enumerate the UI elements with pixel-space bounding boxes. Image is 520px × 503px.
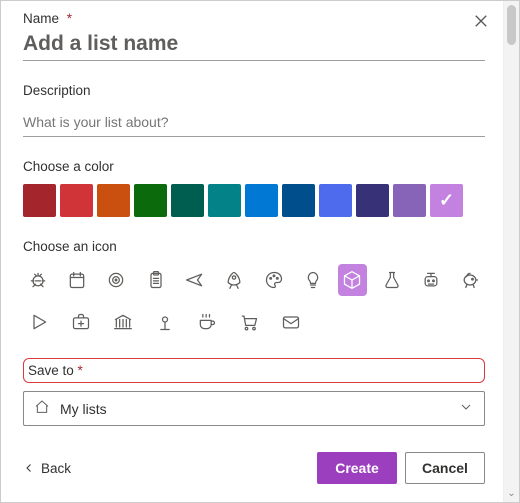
color-swatch[interactable] <box>60 184 93 217</box>
name-input[interactable] <box>23 30 485 61</box>
icon-grid <box>23 264 485 338</box>
lightbulb-icon[interactable] <box>298 264 327 296</box>
chevron-down-icon <box>458 399 474 418</box>
color-swatch[interactable] <box>356 184 389 217</box>
bug-icon[interactable] <box>23 264 52 296</box>
description-input[interactable] <box>23 108 485 137</box>
footer: Back Create Cancel <box>23 432 485 484</box>
description-label: Description <box>23 83 485 98</box>
save-to-dropdown[interactable]: My lists <box>23 391 485 426</box>
cart-icon[interactable] <box>233 306 265 338</box>
color-swatch[interactable] <box>208 184 241 217</box>
color-swatch[interactable] <box>23 184 56 217</box>
scrollbar[interactable]: ⌄ <box>503 1 519 502</box>
airplane-icon[interactable] <box>180 264 209 296</box>
calendar-icon[interactable] <box>62 264 91 296</box>
clipboard-icon[interactable] <box>141 264 170 296</box>
rocket-icon[interactable] <box>220 264 249 296</box>
create-button[interactable]: Create <box>317 452 397 484</box>
piggy-bank-icon[interactable] <box>456 264 485 296</box>
back-button[interactable]: Back <box>23 461 71 476</box>
color-swatch[interactable] <box>319 184 352 217</box>
dialog: ⌄ Name * Description Choose a color Choo… <box>0 0 520 503</box>
color-swatch[interactable] <box>171 184 204 217</box>
color-swatches <box>23 184 485 217</box>
save-to-value: My lists <box>60 401 107 417</box>
cube-icon[interactable] <box>338 264 367 296</box>
color-swatch[interactable] <box>97 184 130 217</box>
bank-icon[interactable] <box>107 306 139 338</box>
choose-icon-label: Choose an icon <box>23 239 485 254</box>
home-icon <box>34 399 50 418</box>
play-icon[interactable] <box>23 306 55 338</box>
mail-icon[interactable] <box>275 306 307 338</box>
name-label: Name * <box>23 11 485 26</box>
color-swatch[interactable] <box>245 184 278 217</box>
palette-icon[interactable] <box>259 264 288 296</box>
color-swatch[interactable] <box>393 184 426 217</box>
flask-icon[interactable] <box>377 264 406 296</box>
choose-color-label: Choose a color <box>23 159 485 174</box>
close-button[interactable] <box>469 9 493 33</box>
color-swatch[interactable] <box>134 184 167 217</box>
scroll-arrow-down-icon[interactable]: ⌄ <box>504 488 519 500</box>
first-aid-icon[interactable] <box>65 306 97 338</box>
color-swatch[interactable] <box>282 184 315 217</box>
cancel-button[interactable]: Cancel <box>405 452 485 484</box>
save-to-label: Save to * <box>23 358 485 383</box>
coffee-icon[interactable] <box>191 306 223 338</box>
robot-icon[interactable] <box>416 264 445 296</box>
color-swatch[interactable] <box>430 184 463 217</box>
location-icon[interactable] <box>149 306 181 338</box>
target-icon[interactable] <box>102 264 131 296</box>
